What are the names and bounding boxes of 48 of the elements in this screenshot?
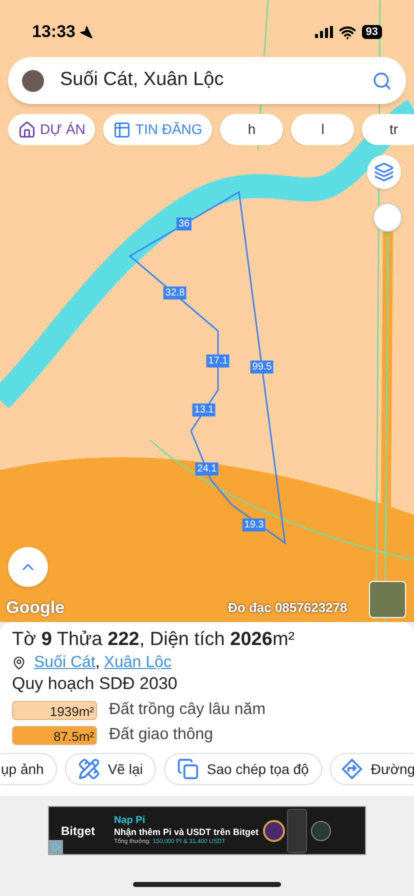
signal-icon [314,26,333,38]
directions-icon [340,758,363,780]
house-icon [18,120,36,138]
filter-chip[interactable]: h [220,114,284,145]
copy-icon [176,758,199,780]
edge-length-label: 13.1 [192,404,216,416]
pin-icon [12,656,26,670]
battery-level: 93 [362,25,382,39]
zone-area: 87.5m² [12,726,97,744]
edge-length-label: 32.8 [163,286,187,300]
search-bar[interactable]: Suối Cát, Xuân Lộc [8,57,406,104]
filter-chip[interactable]: DỰ ÁN [8,114,96,145]
search-icon[interactable] [372,70,392,90]
action-button[interactable]: Sao chép tọa độ [164,753,322,785]
search-text: Suối Cát, Xuân Lộc [60,68,225,92]
filter-chip[interactable]: tr [362,114,414,145]
ad-brand: Bitget [61,822,96,840]
table-icon [113,120,132,138]
token-icon [310,820,331,840]
zone-label: Đất giao thông [109,725,214,745]
plan-title: Quy hoạch SDĐ 2030 [12,673,178,695]
parcel-title: Tờ 9 Thửa 222, Diện tích 2026m² [12,628,296,652]
action-button[interactable]: Đường [330,753,414,785]
zone-label: Đất trồng cây lâu năm [109,700,266,720]
coin-icon [262,820,285,842]
phone-icon [286,808,307,852]
filter-chip[interactable]: TIN ĐĂNG [103,114,212,145]
pencil-ruler-icon [78,758,100,780]
filter-chip[interactable]: l [291,114,354,145]
action-button[interactable]: Vẽ lại [64,753,156,785]
ad-body: Nhận thêm Pi và USDT trên Bitget [114,827,259,838]
status-time: 13:33 [32,21,76,44]
action-button[interactable]: ụp ảnh [0,753,57,785]
zone-area: 1939m² [12,700,97,720]
location-arrow-icon [79,25,94,39]
separator: , [95,653,100,673]
edge-length-label: 36 [176,218,192,230]
edge-length-label: 24.1 [195,462,219,476]
layers-icon [374,162,394,182]
surveyor-text: Đo đạc 0857623278 [228,599,348,617]
edge-length-label: 99.5 [250,360,274,374]
avatar[interactable] [22,70,44,92]
map-attribution: Google [6,597,65,619]
edge-length-label: 19.3 [242,518,266,532]
photo-placeholder[interactable] [369,581,406,618]
wifi-icon [338,24,356,40]
ad-headline: Nạp Pi [114,814,146,828]
edge-length-label: 17.1 [206,354,230,368]
